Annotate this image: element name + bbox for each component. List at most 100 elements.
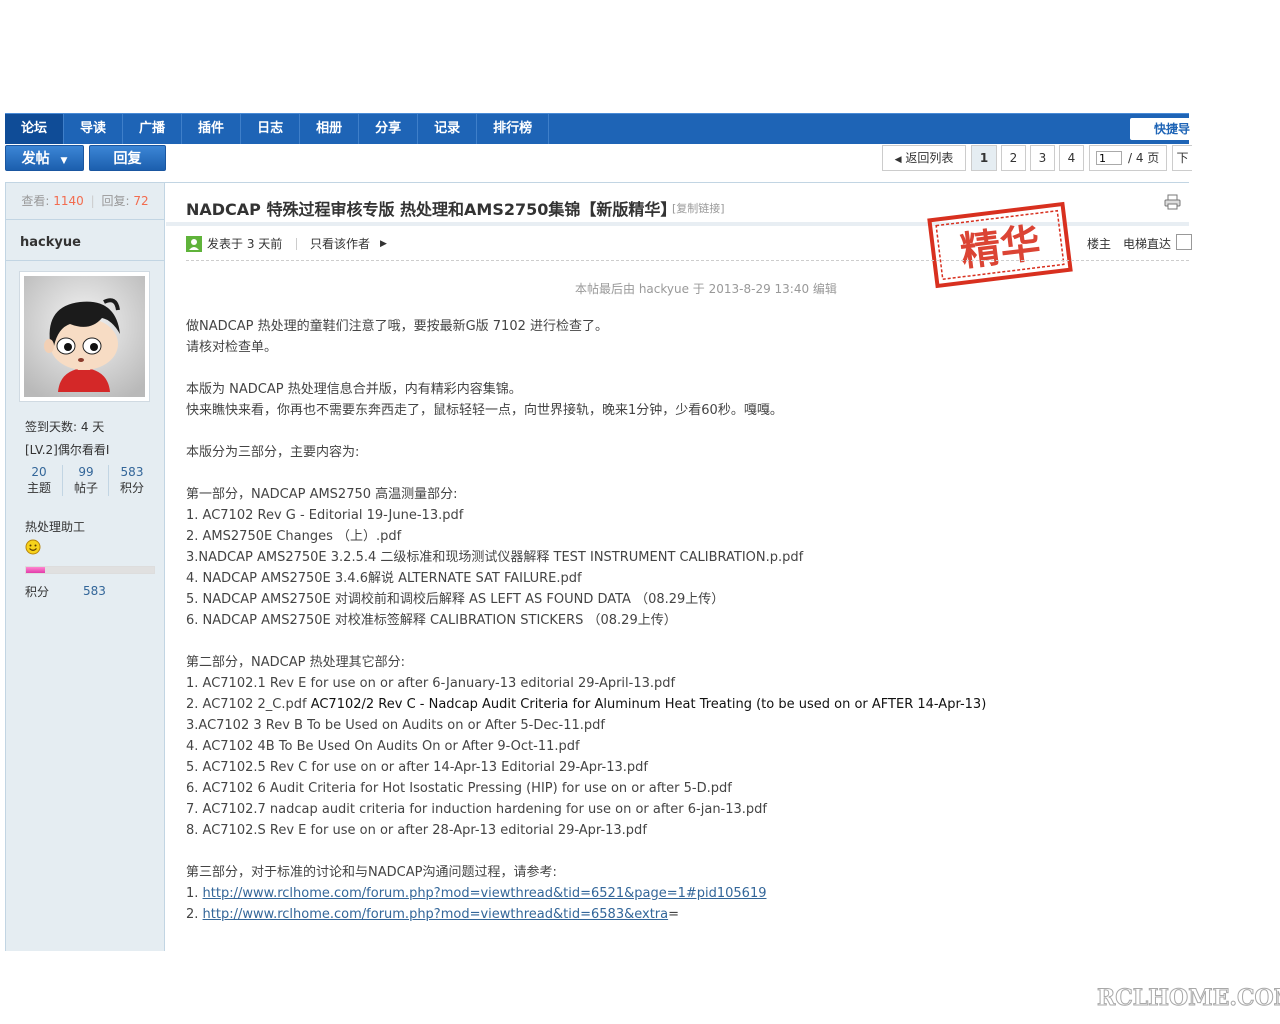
elevator-input[interactable]	[1176, 234, 1192, 250]
page-link-4[interactable]: 4	[1059, 145, 1084, 171]
elevator-label: 电梯直达	[1123, 237, 1172, 251]
link-prefix: 2.	[186, 907, 203, 922]
page-jump: / 4 页	[1089, 145, 1167, 171]
floor-label: 楼主	[1087, 237, 1112, 251]
smile-icon	[25, 539, 41, 558]
body-line: 本版为 NADCAP 热处理信息合并版，内有精彩内容集锦。	[186, 382, 522, 397]
stat-points[interactable]: 583 积分	[108, 465, 155, 496]
list-item: 1. AC7102 Rev G - Editorial 19-June-13.p…	[186, 508, 464, 523]
list-item: 6. NADCAP AMS2750E 对校准标签解释 CALIBRATION S…	[186, 613, 677, 628]
divider	[186, 260, 1189, 261]
body-line: 做NADCAP 热处理的童鞋们注意了哦，要按最新G版 7102 进行检查了。	[186, 319, 608, 334]
user-group: 热处理助工	[25, 520, 86, 534]
post-title: NADCAP 特殊过程审核专版 热处理和AMS2750集锦【新版精华】	[186, 200, 677, 219]
top-nav-bar: 论坛 导读 广播 插件 日志 相册 分享 记录 排行榜 快捷导	[5, 113, 1190, 144]
author-name[interactable]: hackyue	[20, 235, 81, 250]
stat-value: 99	[78, 465, 94, 479]
stats-separator: |	[90, 194, 95, 208]
nav-item[interactable]: 记录	[418, 114, 478, 144]
section-title: 第三部分，对于标准的讨论和与NADCAP沟通问题过程，请参考:	[186, 865, 557, 880]
stat-posts[interactable]: 99 帖子	[62, 465, 109, 496]
nav-item[interactable]: 相册	[300, 114, 360, 144]
site-watermark: RCLHOME.COM	[1096, 985, 1280, 1012]
list-item-desc: AC7102/2 Rev C - Nadcap Audit Criteria f…	[310, 697, 987, 712]
page-total: / 4 页	[1128, 151, 1160, 165]
new-post-label: 发帖	[21, 151, 50, 167]
nav-item[interactable]: 排行榜	[477, 114, 550, 144]
nav-item[interactable]: 插件	[182, 114, 242, 144]
list-item: 3.AC7102 3 Rev B To be Used on Audits on…	[186, 718, 605, 733]
reply-button[interactable]: 回复	[89, 145, 166, 171]
stat-label: 帖子	[73, 481, 98, 495]
list-item: 5. NADCAP AMS2750E 对调校前和调校后解释 AS LEFT AS…	[186, 592, 725, 607]
nav-item[interactable]: 分享	[359, 114, 419, 144]
back-to-list-button[interactable]: ◀ 返回列表	[882, 145, 966, 171]
chevron-right-icon: ▶	[380, 239, 387, 249]
section-title: 第一部分，NADCAP AMS2750 高温测量部分:	[186, 487, 458, 502]
nav-item[interactable]: 论坛	[5, 114, 65, 144]
back-to-list-label: 返回列表	[905, 151, 954, 165]
divider	[5, 182, 1189, 183]
list-item: 2. AC7102 2_C.pdf AC7102/2 Rev C - Nadca…	[186, 694, 1186, 715]
elite-stamp: 精华	[926, 201, 1074, 290]
thread-link-1[interactable]: http://www.rclhome.com/forum.php?mod=vie…	[203, 886, 767, 901]
list-item: 1. AC7102.1 Rev E for use on or after 6-…	[186, 676, 676, 691]
page-link-3[interactable]: 3	[1030, 145, 1055, 171]
print-icon[interactable]	[1164, 194, 1182, 213]
link-prefix: 1.	[186, 886, 203, 901]
divider	[5, 260, 165, 261]
quick-nav-button[interactable]: 快捷导	[1130, 118, 1190, 140]
list-item: 1. http://www.rclhome.com/forum.php?mod=…	[186, 883, 1186, 904]
list-item: 4. AC7102 4B To Be Used On Audits On or …	[186, 739, 580, 754]
list-item: 4. NADCAP AMS2750E 3.4.6解说 ALTERNATE SAT…	[186, 571, 582, 586]
only-author-link[interactable]: 只看该作者	[310, 236, 370, 252]
views-label: 查看:	[21, 194, 50, 208]
points-label: 积分	[25, 585, 50, 599]
edit-note: 本帖最后由 hackyue 于 2013-8-29 13:40 编辑	[575, 282, 837, 296]
page-link-2[interactable]: 2	[1001, 145, 1026, 171]
page-jump-input[interactable]	[1096, 151, 1122, 165]
section-title: 第二部分，NADCAP 热处理其它部分:	[186, 655, 405, 670]
post-body: 做NADCAP 热处理的童鞋们注意了哦，要按最新G版 7102 进行检查了。 请…	[186, 316, 1186, 925]
nav-item[interactable]: 日志	[241, 114, 301, 144]
thread-link-2[interactable]: http://www.rclhome.com/forum.php?mod=vie…	[203, 907, 669, 922]
online-status-icon	[186, 236, 202, 256]
user-level[interactable]: [LV.2]偶尔看看I	[25, 441, 109, 458]
list-item: 2. AMS2750E Changes （上）.pdf	[186, 529, 402, 544]
body-line: 本版分为三部分，主要内容为:	[186, 445, 360, 460]
page-link-1[interactable]: 1	[971, 145, 997, 171]
nav-items: 论坛 导读 广播 插件 日志 相册 分享 记录 排行榜	[5, 114, 550, 144]
list-item: 7. AC7102.7 nadcap audit criteria for in…	[186, 802, 768, 817]
new-post-button[interactable]: 发帖 ▼	[5, 145, 84, 171]
sign-in-days: 签到天数: 4 天	[25, 420, 105, 434]
stat-label: 主题	[26, 481, 51, 495]
nav-item[interactable]: 广播	[123, 114, 183, 144]
stamp-text: 精华	[958, 219, 1043, 275]
posted-time: 发表于 3 天前	[207, 237, 283, 251]
list-item: 6. AC7102 6 Audit Criteria for Hot Isost…	[186, 781, 732, 796]
list-item: 5. AC7102.5 Rev C for use on or after 14…	[186, 760, 648, 775]
next-page-button[interactable]: 下	[1172, 145, 1192, 171]
stat-label: 积分	[119, 481, 144, 495]
level-progress-fill	[26, 567, 46, 573]
level-progress-bar	[25, 566, 155, 574]
chevron-down-icon: ▼	[60, 156, 68, 166]
replies-count: 72	[133, 194, 149, 208]
list-item-file: 2. AC7102 2_C.pdf	[186, 697, 311, 712]
link-suffix: =	[668, 907, 680, 922]
avatar[interactable]	[19, 271, 150, 402]
stat-threads[interactable]: 20 主题	[16, 465, 62, 496]
replies-label: 回复:	[101, 194, 130, 208]
chevron-left-icon: ◀	[894, 155, 902, 165]
list-item: 2. http://www.rclhome.com/forum.php?mod=…	[186, 904, 1186, 925]
stat-value: 20	[31, 465, 47, 479]
copy-link-button[interactable]: [复制链接]	[672, 200, 725, 216]
body-line: 快来瞧快来看，你再也不需要东奔西走了，鼠标轻轻一点，向世界接轨，晚来1分钟，少看…	[186, 403, 783, 418]
stat-value: 583	[120, 465, 144, 479]
nav-item[interactable]: 导读	[64, 114, 124, 144]
thread-stats: 查看: 1140 | 回复: 72	[5, 183, 165, 220]
list-item: 3.NADCAP AMS2750E 3.2.5.4 二级标准和现场测试仪器解释 …	[186, 550, 804, 565]
meta-separator	[296, 238, 297, 250]
avatar-image	[24, 276, 145, 397]
points-value: 583	[83, 584, 106, 598]
